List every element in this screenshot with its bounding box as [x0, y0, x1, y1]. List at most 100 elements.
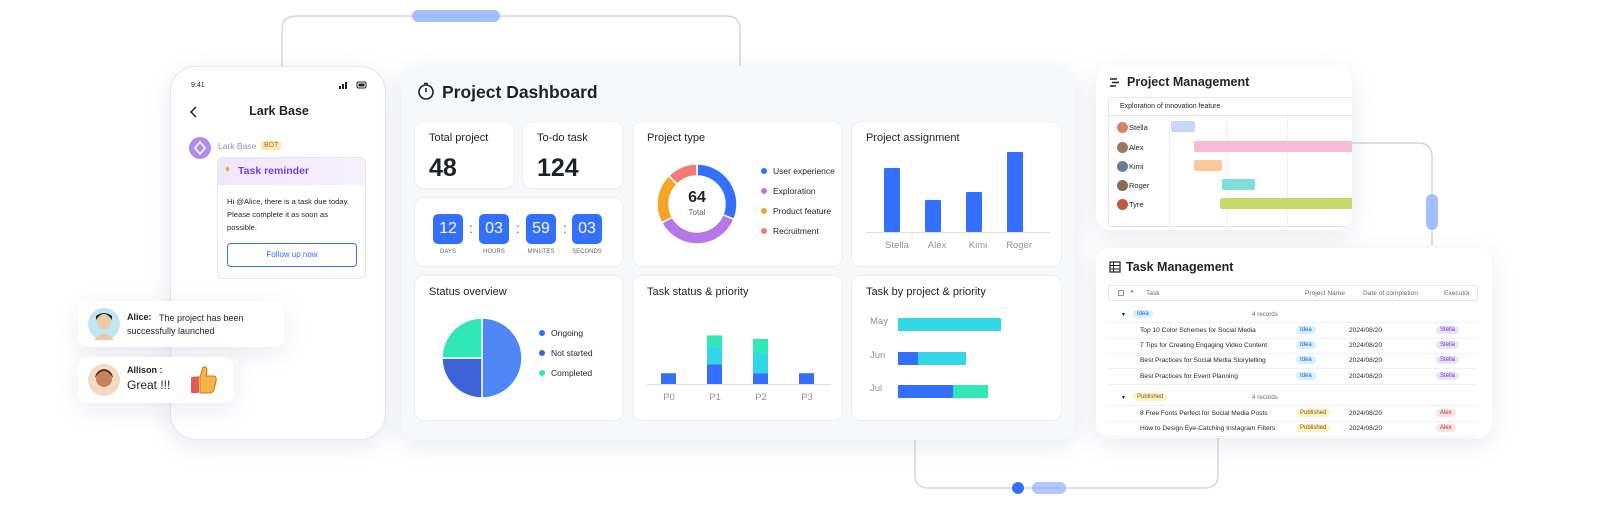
project-type-card: Project type 64 Total User experience Ex… [632, 121, 843, 267]
status-time: 9:41 [191, 82, 205, 89]
gantt-bar [1171, 121, 1195, 132]
countdown-separator: : [563, 220, 567, 236]
total-project-label: Total project [429, 132, 489, 144]
legend-completed: Completed [539, 368, 592, 378]
tick-label: Kimi [968, 240, 988, 251]
group-row[interactable]: ▾ Idea 4 records [1106, 308, 1478, 323]
status-overview-card: Status overview Ongoing Not started Comp… [414, 275, 624, 421]
avatar [88, 308, 120, 340]
table-row[interactable]: How to Design Eye-Catching Instagram Fil… [1106, 422, 1478, 437]
tick-label: P3 [801, 392, 813, 403]
donut-center-value: 64 [688, 189, 706, 206]
project-management-title: Project Management [1127, 75, 1250, 89]
avatar [1117, 142, 1128, 153]
bar-segment [898, 318, 1001, 331]
reminder-title: Task reminder [238, 165, 310, 177]
gantt-row-name: Kimi [1129, 162, 1144, 171]
table-row[interactable]: Best Practices for Social Media Storytel… [1106, 354, 1478, 369]
bar-segment [918, 352, 966, 365]
legend-product-feature: Product feature [761, 206, 831, 216]
table-row[interactable]: 7 Tips for Creating Engaging Video Conte… [1106, 339, 1478, 354]
executor-tag: Alex [1436, 424, 1456, 432]
task-by-project-chart [898, 318, 1001, 398]
thumbs-up-icon [191, 366, 217, 394]
caret-down-icon: ▾ [1122, 312, 1126, 318]
countdown-seconds: 03 [572, 214, 602, 244]
project-dashboard: Project Dashboard Total project 48 To-do… [401, 66, 1075, 440]
total-project-value: 48 [429, 154, 457, 182]
pie-slice [481, 317, 523, 399]
table-row[interactable]: Best Practices for Event Planning Idea 2… [1106, 370, 1478, 385]
gantt-row-name: Roger [1129, 181, 1150, 190]
follow-up-button[interactable]: Follow up now [227, 243, 357, 267]
stopwatch-icon [418, 82, 434, 100]
tick-label: Alex [927, 240, 947, 251]
legend-user-experience: User experience [761, 166, 835, 176]
caret-down-icon: ▾ [1122, 395, 1126, 401]
column-date: Date of completion [1363, 290, 1418, 297]
pie-slice [441, 317, 483, 359]
gantt-divider [1227, 115, 1228, 228]
gantt-icon [1110, 78, 1119, 87]
date-cell: 2024/08/20 [1349, 373, 1383, 380]
project-tag: Idea [1296, 341, 1316, 349]
tick-label: P2 [755, 392, 767, 403]
task-name: Best Practices for Social Media Storytel… [1140, 357, 1266, 364]
gantt-bar [1194, 141, 1352, 152]
todo-task-card: To-do task 124 [522, 121, 624, 189]
task-name: 8 Free Fonts Perfect for Social Media Po… [1140, 410, 1268, 417]
group-row[interactable]: ▾ Published 4 records [1106, 391, 1478, 406]
table-icon [1109, 261, 1121, 273]
status-overview-pie [441, 317, 523, 399]
task-status-priority-chart [647, 335, 831, 385]
reminder-card: ♦ Task reminder Hi @Alice, there is a ta… [217, 157, 366, 279]
countdown-separator: : [469, 220, 473, 236]
task-status-priority-card: Task status & priority P0 P1 P2 P3 [632, 275, 843, 421]
countdown-seconds-label: SECONDS [572, 249, 602, 255]
date-cell: 2024/08/20 [1349, 357, 1383, 364]
bar-segment [898, 352, 918, 365]
checkbox-icon[interactable] [1118, 290, 1124, 296]
project-tag: Published [1296, 424, 1331, 432]
reminder-text: Hi @Alice, there is a task due today. Pl… [227, 197, 349, 232]
gantt-header: Exploration of innovation feature [1120, 103, 1221, 110]
gantt-table: Exploration of innovation feature Stella… [1108, 97, 1352, 228]
group-tag: Published [1133, 393, 1168, 401]
avatar [1117, 199, 1128, 210]
gantt-bar [1194, 160, 1222, 171]
bar-segment [707, 346, 722, 365]
avatar [88, 364, 120, 396]
executor-tag: Stella [1436, 341, 1460, 349]
legend-not-started: Not started [539, 348, 593, 358]
bot-badge: BOT [261, 141, 282, 150]
tick-label: Stella [885, 240, 909, 251]
executor-tag: Stella [1436, 326, 1460, 334]
bar [884, 168, 900, 232]
phone-title: Lark Base [249, 104, 309, 118]
column-task: Task [1146, 290, 1160, 297]
legend-exploration: Exploration [761, 186, 816, 196]
task-by-project-card: Task by project & priority May Jun Jul [851, 275, 1062, 421]
project-management-card: Project Management Exploration of innova… [1096, 66, 1352, 230]
chat-bubble-allison: Allison : Great !!! [78, 357, 234, 403]
project-tag: Idea [1296, 326, 1316, 334]
total-project-card: Total project 48 [414, 121, 515, 189]
gantt-divider [1169, 115, 1170, 228]
tick-label: Jul [870, 383, 883, 394]
gantt-bar [1222, 179, 1255, 190]
countdown-separator: : [516, 220, 520, 236]
task-status-priority-title: Task status & priority [647, 286, 749, 298]
project-type-title: Project type [647, 132, 706, 144]
task-name: Top 10 Color Schemes for Social Media [1140, 327, 1256, 334]
countdown-card: 12 : 03 : 59 : 03 DAYS HOURS MINUTES SEC… [414, 197, 624, 267]
bar-segment [707, 364, 722, 384]
avatar [1117, 122, 1128, 133]
bar-segment [799, 373, 814, 384]
bar [966, 192, 982, 232]
table-row[interactable]: 8 Free Fonts Perfect for Social Media Po… [1106, 407, 1478, 422]
donut-center-label: Total [688, 208, 706, 217]
gantt-divider [1287, 115, 1288, 228]
project-assignment-chart [866, 152, 1050, 233]
table-row[interactable]: Top 10 Color Schemes for Social Media Id… [1106, 324, 1478, 339]
bot-avatar [189, 137, 211, 159]
